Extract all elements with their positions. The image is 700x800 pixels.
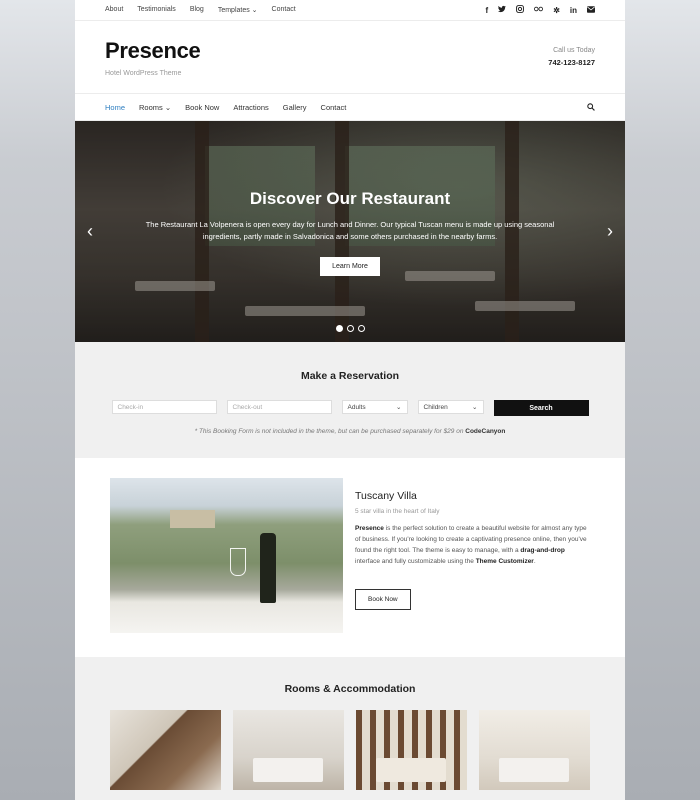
mail-icon[interactable]: [587, 5, 595, 15]
main-nav-items: Home Rooms ⌄ Book Now Attractions Galler…: [105, 103, 346, 112]
rooms-title: Rooms & Accommodation: [284, 683, 416, 695]
villa-title: Tuscany Villa: [355, 490, 417, 502]
check-in-field[interactable]: Check-in: [111, 400, 217, 414]
desc-bold: Presence: [355, 525, 384, 532]
villa-text: Tuscany Villa 5 star villa in the heart …: [355, 478, 590, 657]
room-image[interactable]: [233, 710, 344, 790]
room-bed: [376, 758, 446, 782]
brand: Presence Hotel WordPress Theme: [105, 38, 201, 77]
site-tagline: Hotel WordPress Theme: [105, 69, 182, 77]
yelp-icon[interactable]: ✲: [553, 6, 560, 15]
desc-bold: drag-and-drop: [520, 547, 565, 554]
hero-slider: ‹ › Discover Our Restaurant The Restaura…: [75, 121, 625, 342]
page: About Testimonials Blog Templates ⌄ Cont…: [75, 0, 625, 800]
villa-subtitle: 5 star villa in the heart of Italy: [355, 508, 440, 515]
search-icon[interactable]: [587, 103, 595, 111]
children-select-value: Children: [423, 403, 448, 411]
wine-glass: [230, 548, 246, 576]
chevron-down-icon: ⌄: [472, 404, 478, 411]
room-bed: [253, 758, 323, 782]
nav-gallery[interactable]: Gallery: [283, 103, 307, 112]
top-nav-about[interactable]: About: [105, 6, 123, 14]
chevron-down-icon: ⌄: [396, 404, 402, 411]
top-nav-templates[interactable]: Templates ⌄: [218, 6, 258, 14]
learn-more-button[interactable]: Learn More: [320, 257, 380, 276]
call-us-label: Call us Today: [553, 47, 595, 54]
villa-section: Tuscany Villa 5 star villa in the heart …: [75, 458, 625, 657]
reservation-section: Make a Reservation Check-in Check-out Ad…: [75, 342, 625, 458]
room-grid: [75, 710, 625, 790]
adults-select-value: Adults: [347, 403, 366, 411]
reservation-form: Check-in Check-out Adults ⌄ Children ⌄ S…: [75, 400, 625, 416]
nav-contact[interactable]: Contact: [321, 103, 347, 112]
tripadvisor-icon[interactable]: [534, 5, 544, 15]
villa-photo: [110, 478, 343, 633]
room-bed: [499, 758, 569, 782]
desc-bold: Theme Customizer: [475, 558, 534, 565]
room-image[interactable]: [479, 710, 590, 790]
call-us: Call us Today 742-123-8127: [548, 47, 595, 67]
nav-attractions[interactable]: Attractions: [233, 103, 268, 112]
room-image[interactable]: [356, 710, 467, 790]
adults-select[interactable]: Adults ⌄: [341, 400, 408, 414]
top-nav: About Testimonials Blog Templates ⌄ Cont…: [105, 6, 296, 14]
rooms-section: Rooms & Accommodation: [75, 657, 625, 800]
desc-text: .: [533, 558, 536, 565]
nav-rooms[interactable]: Rooms ⌄: [139, 103, 171, 112]
hero-content: Discover Our Restaurant The Restaurant L…: [75, 189, 625, 276]
children-select[interactable]: Children ⌄: [417, 400, 484, 414]
wine-bottle: [260, 533, 276, 603]
main-nav: Home Rooms ⌄ Book Now Attractions Galler…: [75, 94, 625, 121]
top-nav-contact[interactable]: Contact: [272, 6, 296, 14]
twitter-icon[interactable]: [498, 5, 507, 15]
villa-description: Presence is the perfect solution to crea…: [355, 523, 590, 567]
site-header: Presence Hotel WordPress Theme Call us T…: [75, 21, 625, 94]
desc-text: interface and fully customizable using t…: [355, 558, 476, 565]
social-links: f ✲ in: [486, 5, 595, 15]
booking-note-text: * This Booking Form is not included in t…: [194, 428, 464, 435]
instagram-icon[interactable]: [516, 5, 525, 15]
nav-home[interactable]: Home: [105, 103, 125, 112]
facebook-icon[interactable]: f: [486, 6, 489, 15]
phone-number[interactable]: 742-123-8127: [548, 58, 595, 67]
nav-book-now[interactable]: Book Now: [185, 103, 219, 112]
top-nav-testimonials[interactable]: Testimonials: [137, 6, 176, 14]
site-title[interactable]: Presence: [105, 38, 201, 64]
check-out-field[interactable]: Check-out: [226, 400, 332, 414]
top-bar: About Testimonials Blog Templates ⌄ Cont…: [75, 0, 625, 21]
book-now-button[interactable]: Book Now: [355, 589, 411, 610]
slider-dot[interactable]: [357, 325, 365, 332]
top-nav-blog[interactable]: Blog: [190, 6, 204, 14]
villa-house: [170, 510, 215, 528]
search-button[interactable]: Search: [493, 400, 589, 416]
reservation-title: Make a Reservation: [300, 370, 400, 382]
slider-dots: [75, 325, 625, 332]
room-image[interactable]: [110, 710, 221, 790]
linkedin-icon[interactable]: in: [570, 6, 577, 15]
codecanyon-link[interactable]: CodeCanyon: [465, 428, 505, 435]
hero-title: Discover Our Restaurant: [249, 189, 451, 208]
slider-dot[interactable]: [335, 325, 343, 332]
slider-dot[interactable]: [346, 325, 354, 332]
booking-note: * This Booking Form is not included in t…: [75, 428, 625, 435]
hero-text: The Restaurant La Volpenera is open ever…: [145, 220, 555, 241]
